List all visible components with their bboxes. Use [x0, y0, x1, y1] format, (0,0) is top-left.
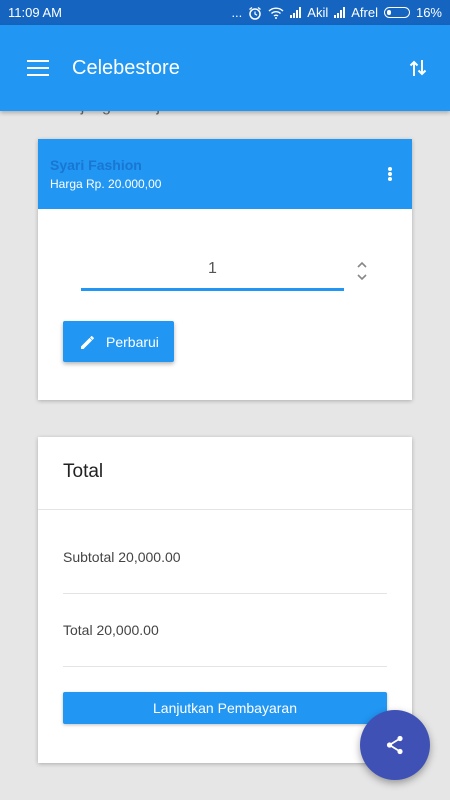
total-card: Total Subtotal 20,000.00 Total 20,000.00… [38, 437, 412, 763]
total-text: Total 20,000.00 [63, 622, 159, 638]
carrier-1: Akil [307, 5, 329, 20]
swap-vert-icon[interactable] [406, 56, 430, 80]
divider [63, 666, 387, 667]
signal-icon [290, 7, 302, 18]
cart-item-card: Syari Fashion Harga Rp. 20.000,00 Perbar… [38, 139, 412, 400]
more-vert-icon[interactable] [388, 167, 392, 181]
update-button[interactable]: Perbarui [63, 321, 174, 362]
item-price: Harga Rp. 20.000,00 [50, 177, 162, 191]
spinner-arrows-icon[interactable] [356, 259, 368, 283]
share-fab[interactable] [360, 710, 430, 780]
status-bar: 11:09 AM ... Akil Afrel 16% [0, 0, 450, 25]
battery-percent: 16% [415, 5, 442, 20]
app-title: Celebestore [72, 56, 180, 79]
carrier-2: Afrel [351, 5, 378, 20]
overflow-dots: ... [231, 5, 243, 20]
status-icons: ... Akil Afrel 16% [231, 5, 442, 20]
hamburger-menu-icon[interactable] [27, 60, 49, 76]
status-time: 11:09 AM [8, 5, 62, 20]
subtotal-text: Subtotal 20,000.00 [63, 549, 181, 565]
share-icon [386, 735, 403, 755]
divider [38, 509, 412, 510]
update-button-label: Perbarui [106, 333, 159, 350]
checkout-button[interactable]: Lanjutkan Pembayaran [63, 692, 387, 724]
pencil-icon [81, 335, 94, 349]
item-name: Syari Fashion [50, 157, 142, 173]
alarm-icon [249, 6, 262, 20]
signal-icon [334, 7, 346, 18]
quantity-input[interactable] [81, 249, 344, 291]
wifi-icon [268, 6, 284, 19]
divider [63, 593, 387, 594]
battery-icon [383, 7, 410, 18]
app-bar: Celebestore [0, 25, 450, 111]
total-title: Total [63, 461, 104, 482]
cart-item-header: Syari Fashion Harga Rp. 20.000,00 [38, 139, 412, 209]
